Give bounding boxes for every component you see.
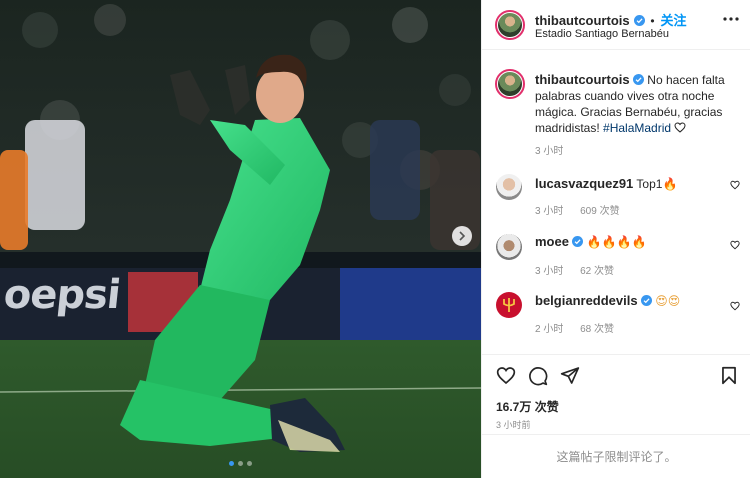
comment-emoji: 🔥🔥🔥🔥 bbox=[586, 235, 647, 249]
comment-avatar[interactable] bbox=[496, 174, 522, 200]
caption-username[interactable]: thibautcourtois bbox=[535, 72, 630, 87]
comment-emoji: 🔥 bbox=[662, 177, 678, 191]
comment-avatar[interactable] bbox=[496, 292, 522, 318]
header-separator: • bbox=[650, 14, 655, 28]
hoarding-text: oepsi bbox=[1, 272, 123, 318]
slide-dot bbox=[238, 461, 243, 466]
comment-time: 3 小时 bbox=[535, 266, 564, 277]
post-location[interactable]: Estadio Santiago Bernabéu bbox=[535, 28, 669, 40]
post-sidebar: thibautcourtois • 关注 Estadio Santiago Be… bbox=[481, 0, 750, 478]
slide-indicators bbox=[0, 461, 481, 466]
slide-dot bbox=[247, 461, 252, 466]
comment-avatar[interactable] bbox=[496, 234, 522, 260]
heart-icon[interactable] bbox=[730, 240, 740, 250]
comment-item: lucasvazquez91 Top1🔥 3 小时 609 次赞 bbox=[482, 170, 750, 228]
heart-icon[interactable] bbox=[730, 301, 740, 311]
verified-badge-icon bbox=[640, 295, 652, 306]
heart-icon[interactable] bbox=[496, 366, 516, 385]
comment-time: 2 小时 bbox=[535, 324, 564, 335]
comment-likes[interactable]: 609 次赞 bbox=[580, 206, 619, 217]
comment-username[interactable]: lucasvazquez91 bbox=[535, 176, 633, 191]
caption-line: mágica. Gracias Bernabéu, gracias bbox=[535, 105, 723, 119]
paper-plane-icon[interactable] bbox=[560, 366, 580, 385]
post-header: thibautcourtois • 关注 Estadio Santiago Be… bbox=[482, 0, 750, 50]
comments-limited-text: 这篇帖子限制评论了。 bbox=[556, 450, 677, 464]
caption-time: 3 小时 bbox=[535, 146, 564, 157]
author-avatar[interactable] bbox=[495, 10, 525, 40]
bookmark-icon[interactable] bbox=[721, 366, 737, 385]
comment-text: Top1 bbox=[636, 177, 663, 191]
comment-username[interactable]: moee bbox=[535, 234, 569, 249]
comment-item: belgianreddevils 😍😍 2 小时 68 次赞 bbox=[482, 289, 750, 347]
slide-dot bbox=[229, 461, 234, 466]
author-username[interactable]: thibautcourtois bbox=[535, 13, 630, 28]
post-photo bbox=[0, 0, 481, 478]
post-media[interactable]: oepsi bbox=[0, 0, 481, 478]
comment-emoji: 😍😍 bbox=[655, 294, 681, 308]
comment-likes[interactable]: 62 次赞 bbox=[580, 266, 614, 277]
verified-badge-icon bbox=[633, 15, 645, 26]
trident-icon bbox=[503, 298, 515, 312]
post-caption: thibautcourtois No hacen falta palabras … bbox=[535, 72, 731, 136]
caption-line: No hacen falta bbox=[647, 73, 725, 87]
comment-time: 3 小时 bbox=[535, 206, 564, 217]
caption-line: madridistas! bbox=[535, 121, 600, 135]
caption-line: palabras cuando vives otra noche bbox=[535, 89, 715, 103]
post-timestamp[interactable]: 3 小时前 bbox=[496, 418, 531, 431]
comment-likes[interactable]: 68 次赞 bbox=[580, 324, 614, 335]
comments-limited-notice: 这篇帖子限制评论了。 bbox=[482, 434, 750, 478]
caption-hashtag[interactable]: #HalaMadrid bbox=[603, 121, 671, 135]
next-slide-button[interactable] bbox=[452, 226, 472, 246]
more-options-icon[interactable] bbox=[723, 17, 739, 21]
comment-icon[interactable] bbox=[528, 366, 548, 386]
verified-badge-icon bbox=[572, 236, 584, 247]
heart-icon[interactable] bbox=[674, 122, 686, 133]
likes-count[interactable]: 16.7万 次赞 bbox=[496, 398, 559, 415]
verified-badge-icon bbox=[632, 74, 644, 85]
post-actions bbox=[482, 354, 750, 402]
follow-button[interactable]: 关注 bbox=[660, 13, 686, 28]
caption-avatar[interactable] bbox=[495, 69, 525, 99]
heart-icon[interactable] bbox=[730, 180, 740, 190]
chevron-right-icon bbox=[459, 231, 466, 241]
comment-item: moee 🔥🔥🔥🔥 3 小时 62 次赞 bbox=[482, 230, 750, 288]
comment-username[interactable]: belgianreddevils bbox=[535, 293, 638, 308]
